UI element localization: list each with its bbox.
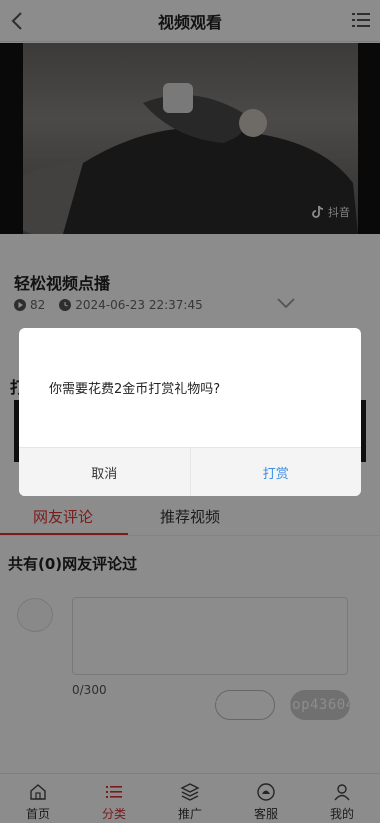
dialog-buttons: 取消 打赏 xyxy=(19,447,361,496)
confirm-reward-button[interactable]: 打赏 xyxy=(191,448,362,496)
cancel-button[interactable]: 取消 xyxy=(19,448,191,496)
app-root: 视频观看 抖音 轻松视频点播 82 2024-06-23 22:37:45 打 … xyxy=(0,0,380,823)
dialog-message: 你需要花费2金币打赏礼物吗? xyxy=(49,382,221,397)
reward-confirm-dialog: 你需要花费2金币打赏礼物吗? 取消 打赏 xyxy=(19,328,361,496)
